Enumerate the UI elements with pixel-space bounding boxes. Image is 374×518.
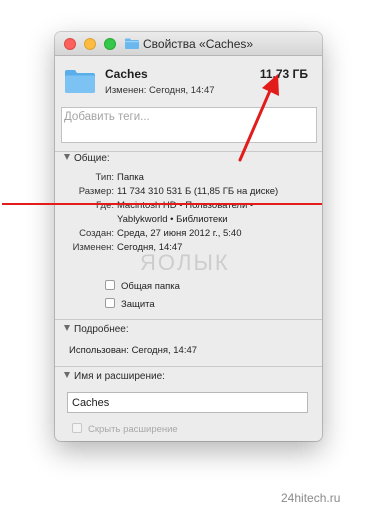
folder-icon: [125, 38, 139, 49]
shared-folder-label: Общая папка: [121, 281, 180, 292]
hide-extension-label: Скрыть расширение: [88, 424, 178, 435]
last-used: Использован: Сегодня, 14:47: [69, 345, 198, 356]
disclosure-triangle-icon[interactable]: [64, 372, 70, 378]
watermark: ЯOЛЫК: [140, 250, 230, 275]
name-input[interactable]: Caches: [67, 392, 308, 413]
minimize-button[interactable]: [84, 38, 96, 50]
tags-placeholder: Добавить теги...: [64, 111, 150, 123]
checkbox-box[interactable]: [105, 298, 115, 308]
locked-label: Защита: [121, 299, 155, 310]
hide-extension-checkbox[interactable]: Скрыть расширение: [72, 423, 178, 435]
size-value: 11 734 310 531 Б (11,85 ГБ на диске): [117, 186, 279, 197]
checkbox-box[interactable]: [72, 423, 82, 433]
section-general-title: Общие:: [74, 153, 110, 164]
close-button[interactable]: [64, 38, 76, 50]
where-value-continued: Yablykworld • Библиотеки: [117, 214, 228, 225]
section-more-info-title: Подробнее:: [74, 324, 129, 335]
size-label: Размер:: [78, 186, 114, 197]
kind-label: Тип:: [95, 172, 114, 183]
divider: [55, 319, 322, 320]
where-value: Macintosh HD • Пользователи •: [117, 200, 254, 211]
shared-folder-checkbox[interactable]: Общая папка: [105, 280, 180, 292]
name-input-value: Caches: [72, 397, 110, 409]
kind-value: Папка: [117, 172, 144, 183]
disclosure-triangle-icon[interactable]: [64, 325, 70, 331]
created-value: Среда, 27 июня 2012 г., 5:40: [117, 228, 242, 239]
section-more-info[interactable]: Подробнее:: [64, 324, 129, 335]
modified-label: Изменен:: [72, 242, 114, 253]
file-name: Caches: [105, 67, 148, 81]
divider: [55, 366, 322, 367]
where-label: Где:: [96, 200, 114, 211]
section-general[interactable]: Общие:: [64, 153, 110, 164]
section-name-extension[interactable]: Имя и расширение:: [64, 371, 165, 382]
window-title: Свойства «Caches»: [143, 37, 254, 51]
disclosure-triangle-icon[interactable]: [64, 154, 70, 160]
site-watermark: 24hitech.ru: [281, 491, 341, 505]
locked-checkbox[interactable]: Защита: [105, 298, 155, 310]
zoom-button[interactable]: [104, 38, 116, 50]
checkbox-box[interactable]: [105, 280, 115, 290]
annotation-underline: [2, 203, 322, 205]
annotation-arrow-icon: [238, 74, 279, 162]
created-label: Создан:: [79, 228, 114, 239]
modified-date: Изменен: Сегодня, 14:47: [105, 85, 215, 96]
title-bar[interactable]: Свойства «Caches»: [55, 32, 322, 56]
folder-icon: [65, 70, 95, 93]
section-name-extension-title: Имя и расширение:: [74, 371, 165, 382]
